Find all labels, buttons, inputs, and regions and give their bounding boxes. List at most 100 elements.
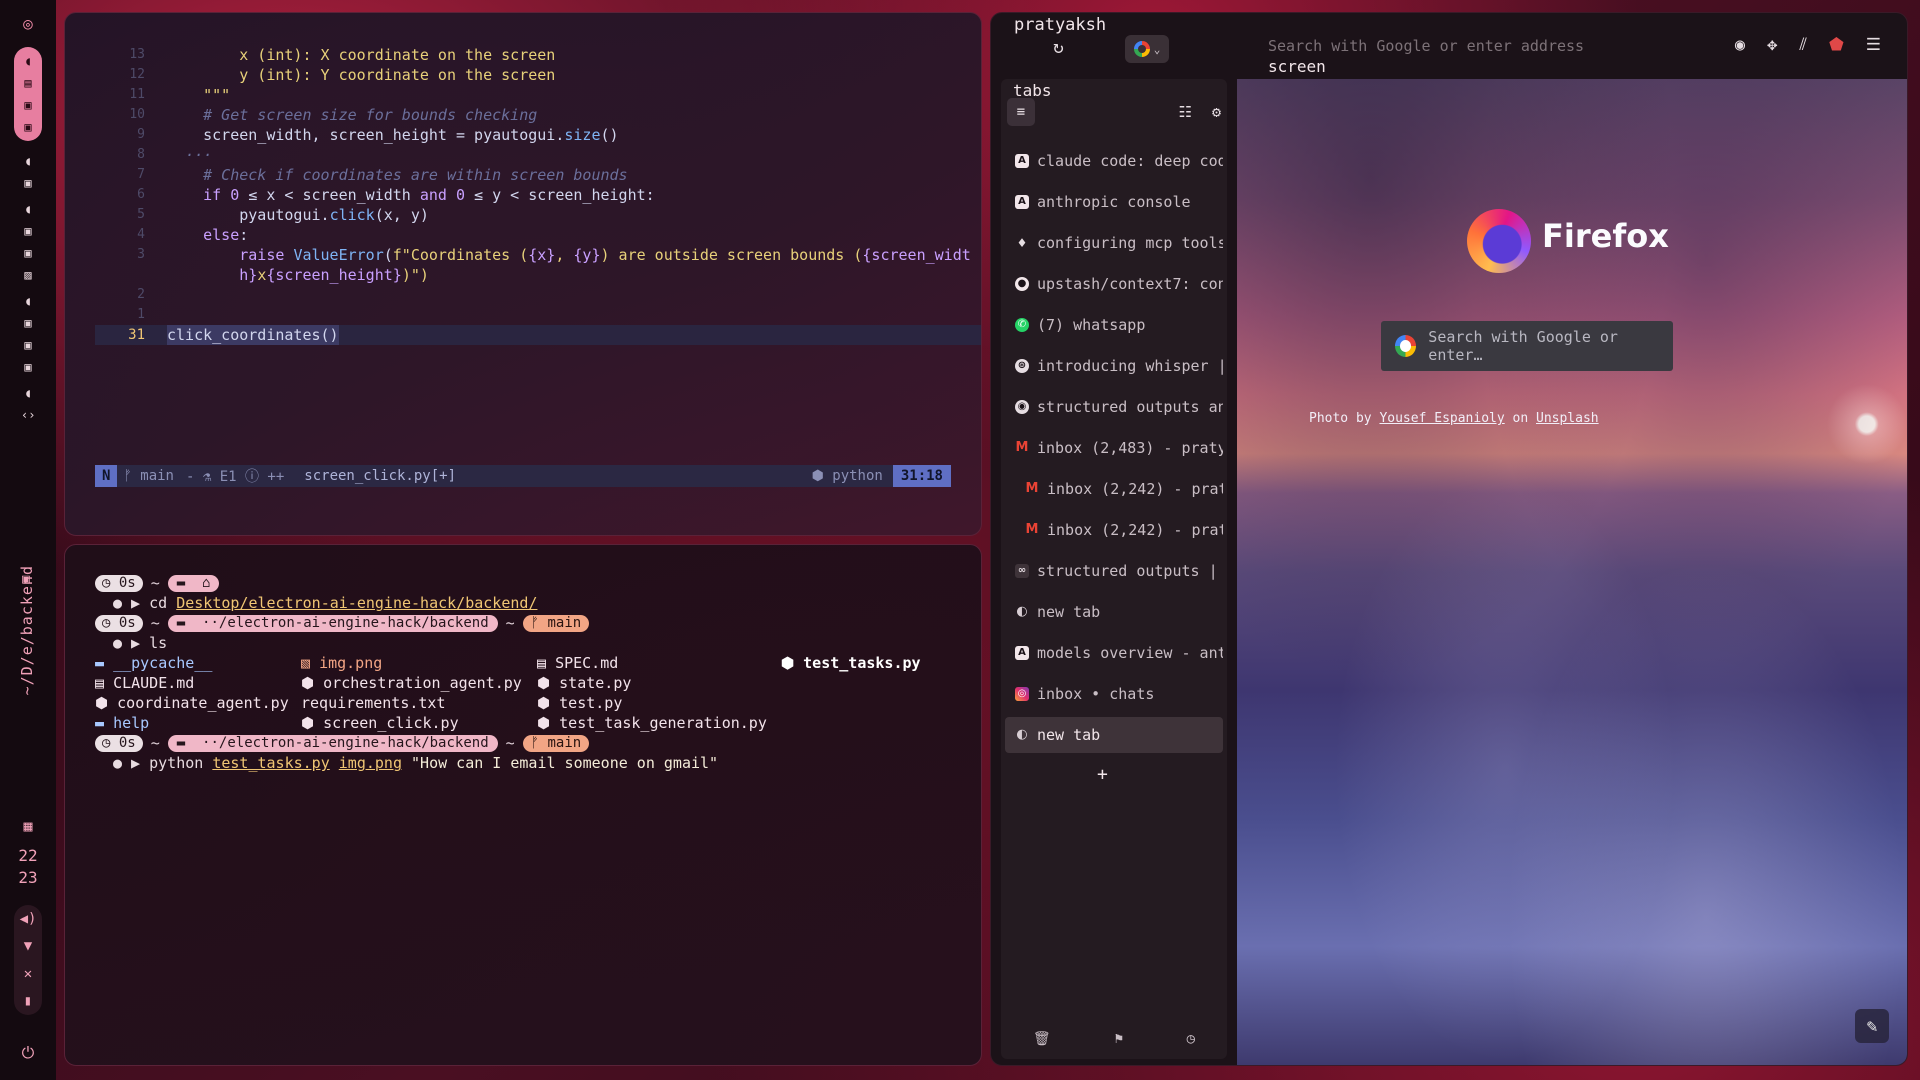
power-icon[interactable]: ⏻ xyxy=(0,1043,56,1063)
tab-item[interactable]: ◉ structured outputs and p xyxy=(1005,389,1223,425)
tab-item[interactable]: Aclaude code: deep coding xyxy=(1005,143,1223,179)
volume-icon[interactable]: ◀) xyxy=(20,911,37,927)
ls-entry: ⬢ state.py xyxy=(537,674,632,692)
workspace-4[interactable]: ◖ ▣ ▣ ▣ xyxy=(21,295,35,373)
code-token: screen_width, screen_height = pyautogui. xyxy=(167,126,565,144)
ublock-icon[interactable]: ⬟ xyxy=(1829,35,1844,55)
code-token: click_coordinates() xyxy=(167,325,339,345)
tab-item[interactable]: Minbox (2,242) - pratyks xyxy=(1005,471,1223,507)
tab-label: claude code: deep coding xyxy=(1037,152,1223,170)
menu-icon[interactable]: ☰ xyxy=(1866,35,1881,55)
browser-window[interactable]: pratyaksh ↻ ⌄ Search with Google or ente… xyxy=(990,12,1908,1066)
file-name: screen_click.py[+] xyxy=(304,468,456,484)
command-line[interactable]: ● ▶ python test_tasks.py img.png "How ca… xyxy=(95,753,955,773)
unsplash-link[interactable]: Unsplash xyxy=(1536,411,1599,426)
workspace-3[interactable]: ◖ ▣ ▣ ▨ xyxy=(21,203,35,281)
line-number: 5 xyxy=(137,207,145,222)
line-number: 31 xyxy=(128,327,145,343)
code-line[interactable]: 12 y (int): Y coordinate on the screen xyxy=(95,65,981,85)
favicon-icon: ◐ xyxy=(1016,604,1028,619)
distro-logo-icon[interactable]: ◎ xyxy=(23,14,33,33)
tab-item[interactable]: ♦ configuring mcp tools in xyxy=(1005,225,1223,261)
battery-icon[interactable]: ▮ xyxy=(24,993,32,1009)
history-icon[interactable]: ◷ xyxy=(1187,1031,1195,1047)
calendar-icon[interactable]: ▦ xyxy=(0,815,56,837)
tab-item[interactable]: ∞ structured outputs | 🦜🔗 xyxy=(1005,553,1223,589)
code-token: {screen_widt xyxy=(862,246,971,264)
url-input[interactable]: Search with Google or enter address xyxy=(1268,37,1584,55)
bookmark-icon[interactable]: ⚑ xyxy=(1114,1031,1122,1047)
code-line[interactable]: 13 x (int): X coordinate on the screen xyxy=(95,45,981,65)
reload-icon[interactable]: ↻ xyxy=(1053,37,1064,58)
photographer-link[interactable]: Yousef Espanioly xyxy=(1379,411,1504,426)
tab-item[interactable]: ◐ new tab xyxy=(1005,594,1223,630)
terminal-output[interactable]: ◷ 0s ~ ▬ ⌂ ● ▶ cd Desktop/electron-ai-en… xyxy=(95,573,955,773)
newtab-search-input[interactable]: Search with Google or enter… xyxy=(1381,321,1673,371)
tab-item[interactable]: ◐ new tab xyxy=(1005,717,1223,753)
system-tray: ◀) ▼ ✕ ▮ xyxy=(14,905,42,1015)
tab-label: new tab xyxy=(1037,603,1101,621)
code-area[interactable]: 13 x (int): X coordinate on the screen 12… xyxy=(95,45,981,345)
firefox-wordmark: Firefox xyxy=(1542,217,1669,255)
tab-item[interactable]: ⊛ introducing whisper | op xyxy=(1005,348,1223,384)
terminal-window[interactable]: ◷ 0s ~ ▬ ⌂ ● ▶ cd Desktop/electron-ai-en… xyxy=(64,544,982,1066)
tab-item[interactable]: Amodels overview - anthro xyxy=(1005,635,1223,671)
terminal-icon: ▣ xyxy=(24,176,32,190)
code-line[interactable]: 3 raise ValueError(f"Coordinates ({x}, {… xyxy=(95,245,981,265)
editor-window[interactable]: 13 x (int): X coordinate on the screen 12… xyxy=(64,12,982,536)
code-line[interactable]: 5 pyautogui. click (x, y) xyxy=(95,205,981,225)
library-icon[interactable]: ⫽ xyxy=(1799,35,1807,55)
tab-item[interactable]: Aanthropic console xyxy=(1005,184,1223,220)
code-line[interactable]: 2 xyxy=(95,285,981,305)
settings-icon[interactable]: ⚙ xyxy=(1212,103,1221,121)
code-line[interactable]: 9 screen_width, screen_height = pyautogu… xyxy=(95,125,981,145)
tab-item[interactable]: ◎ inbox • chats xyxy=(1005,676,1223,712)
ls-entry: ▤ SPEC.md xyxy=(537,654,619,672)
trash-icon[interactable]: 🗑 xyxy=(1033,1031,1051,1047)
wifi-icon[interactable]: ▼ xyxy=(24,938,32,954)
tab-label: configuring mcp tools in xyxy=(1037,234,1223,252)
code-token: click xyxy=(329,206,375,224)
window-title: pratyaksh xyxy=(1014,15,1107,35)
account-icon[interactable]: ◉ xyxy=(1735,35,1745,55)
ls-entry: ⬢ test.py xyxy=(537,694,623,712)
line-number: 8 xyxy=(137,147,145,162)
bluetooth-off-icon[interactable]: ✕ xyxy=(24,966,32,982)
tab-item[interactable]: ✆ (7) whatsapp xyxy=(1005,307,1223,343)
line-number: 12 xyxy=(129,67,145,82)
firefox-icon: ◖ xyxy=(24,202,32,216)
tab-item[interactable]: Minbox (2,483) - pratyaks xyxy=(1005,430,1223,466)
terminal-icon: ▣ xyxy=(24,360,32,374)
new-tab-button[interactable]: + xyxy=(1097,764,1108,785)
code-line[interactable]: 10 # Get screen size for bounds checking xyxy=(95,105,981,125)
cursor-position: 31:18 xyxy=(892,465,951,487)
code-line[interactable]: 7 # Check if coordinates are within scre… xyxy=(95,165,981,185)
workspace-5[interactable]: ◖ ‹› xyxy=(21,387,35,421)
tab-label: introducing whisper | op xyxy=(1037,357,1223,375)
line-number: 2 xyxy=(137,287,145,302)
code-token: {x} xyxy=(528,246,556,264)
tab-item[interactable]: Minbox (2,242) - pratyks xyxy=(1005,512,1223,548)
tab-item[interactable]: ● upstash/context7: contex xyxy=(1005,266,1223,302)
workspace-2[interactable]: ◖ ▣ xyxy=(21,155,35,189)
tab-list: Aclaude code: deep coding Aanthropic cons… xyxy=(1005,143,1223,758)
extensions-icon[interactable]: ✥ xyxy=(1767,35,1777,55)
line-number: 13 xyxy=(129,47,145,62)
code-icon: ‹› xyxy=(21,408,36,422)
code-line[interactable]: 4 else: xyxy=(95,225,981,245)
code-line[interactable]: 31 click_coordinates() xyxy=(95,325,981,345)
code-line[interactable]: h} x {screen_height})") xyxy=(95,265,981,285)
terminal-icon: ▣ xyxy=(24,224,32,238)
collapse-tabs-icon[interactable]: ☷ xyxy=(1179,103,1192,121)
code-line[interactable]: 8 ··· xyxy=(95,145,981,165)
ls-entry: ⬢ test_tasks.py xyxy=(781,654,921,672)
workspace-1[interactable]: ◖ ▤ ▣ ▣ xyxy=(14,47,42,141)
editor-statusline: N ᚠ main - ⚗ E1 ⓘ ++ screen_click.py[+] … xyxy=(95,465,951,487)
search-engine-selector[interactable]: ⌄ xyxy=(1125,35,1169,63)
ls-entry: ▤ CLAUDE.md xyxy=(95,674,195,692)
code-line[interactable]: 1 xyxy=(95,305,981,325)
tab-list-icon[interactable]: ≡ xyxy=(1007,98,1035,126)
customize-pencil-icon[interactable]: ✎ xyxy=(1855,1009,1889,1043)
code-line[interactable]: 11 """ xyxy=(95,85,981,105)
code-line[interactable]: 6 if 0 ≤ x < screen_width and 0 ≤ y < sc… xyxy=(95,185,981,205)
